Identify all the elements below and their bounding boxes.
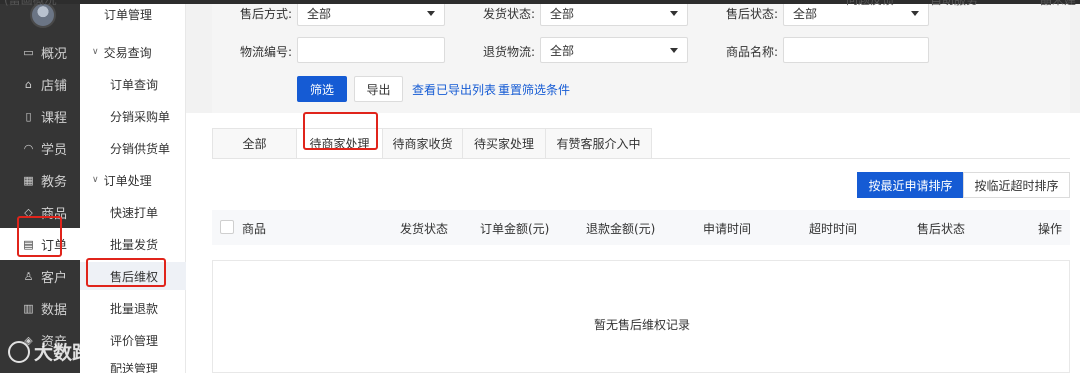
product-name-label: 商品名称: (726, 45, 779, 59)
dashboard-icon: ▭ (23, 45, 34, 59)
nav-item-student[interactable]: ◠ 学员 (0, 132, 80, 164)
sidebar-item-order-management[interactable]: 订单管理 (80, 0, 186, 28)
nav-label: 订单 (41, 238, 68, 254)
caret-down-icon (427, 11, 435, 16)
nav-item-overview[interactable]: ▭ 概况 (0, 36, 80, 68)
sidebar-item-distribution-purchase[interactable]: 分销采购单 (80, 102, 186, 130)
nav-item-orders[interactable]: ▤ 订单 (0, 228, 80, 260)
tab-divider (212, 158, 1070, 159)
caret-down-icon (670, 48, 678, 53)
calendar-icon: ▦ (23, 173, 34, 187)
watermark: 大数跨境 (8, 338, 110, 365)
select-all-checkbox[interactable] (220, 220, 234, 234)
select-value: 全部 (307, 6, 332, 21)
nav-label: 课程 (41, 110, 68, 126)
chevron-down-icon: ∨ (92, 47, 99, 57)
column-header-product: 商品 (242, 222, 267, 236)
select-value: 全部 (550, 6, 575, 21)
sort-near-timeout-button[interactable]: 按临近超时排序 (963, 172, 1070, 198)
column-header-actions: 操作 (1038, 222, 1063, 236)
nav-item-academic[interactable]: ▦ 教务 (0, 164, 80, 196)
store-icon: ⌂ (25, 77, 32, 91)
caret-down-icon (670, 11, 678, 16)
top-bar (0, 0, 1080, 4)
sort-recent-apply-button[interactable]: 按最近申请排序 (857, 172, 964, 198)
chevron-down-icon: ∨ (92, 175, 99, 185)
nav-label: 教务 (41, 174, 68, 190)
tab-buyer-processing[interactable]: 待买家处理 (462, 128, 546, 159)
empty-state-text: 暂无售后维权记录 (593, 318, 690, 332)
sidebar-item-distribution-supply[interactable]: 分销供货单 (80, 134, 186, 162)
return-logistics-select[interactable]: 全部 (540, 37, 688, 63)
sidebar-group-label: 交易查询 (103, 45, 152, 60)
tab-merchant-receiving[interactable]: 待商家收货 (382, 128, 463, 159)
customer-icon: ♙ (23, 269, 34, 283)
sidebar-item-order-query[interactable]: 订单查询 (80, 70, 186, 98)
product-name-input[interactable] (783, 37, 929, 63)
column-header-apply-time: 申请时间 (703, 222, 752, 236)
secondary-sidebar: 订单管理 ∨ 交易查询 订单查询 分销采购单 分销供货单 ∨ 订单处理 快速打单… (80, 0, 186, 373)
sidebar-group-label: 订单处理 (103, 173, 152, 188)
nav-item-data[interactable]: ▥ 数据 (0, 292, 80, 324)
sidebar-item-batch-ship[interactable]: 批量发货 (80, 230, 186, 258)
sidebar-item-after-sales[interactable]: 售后维权 (80, 262, 186, 290)
sidebar-group-trade-query[interactable]: ∨ 交易查询 (80, 38, 186, 66)
watermark-logo-icon (8, 340, 30, 363)
return-logistics-label: 退货物流: (483, 45, 536, 59)
nav-item-store[interactable]: ⌂ 店铺 (0, 68, 80, 100)
nav-item-course[interactable]: ▯ 课程 (0, 100, 80, 132)
reset-filters-link[interactable]: 重置筛选条件 (498, 81, 570, 98)
topbar-link-more[interactable]: 晶米建 (1040, 0, 1076, 8)
tab-all[interactable]: 全部 (212, 128, 297, 159)
tab-service-intervention[interactable]: 有赞客服介入中 (545, 128, 652, 159)
user-icon: ◠ (23, 141, 34, 155)
book-icon: ▯ (25, 109, 32, 123)
topbar-link-self-service[interactable]: 自助服务 (930, 0, 978, 8)
nav-label: 概况 (41, 46, 68, 62)
column-header-timeout-time: 超时时间 (809, 222, 858, 236)
primary-sidebar: ▭ 概况 ⌂ 店铺 ▯ 课程 ◠ 学员 ▦ 教务 ◇ 商品 ▤ 订单 ♙ 客户 … (0, 0, 80, 373)
empty-table-body: 暂无售后维权记录 (212, 260, 1070, 373)
logistics-number-input[interactable] (297, 37, 445, 63)
export-button[interactable]: 导出 (354, 76, 403, 102)
column-header-refund-amount: 退款金额(元) (586, 222, 656, 236)
column-header-after-sale-status: 售后状态 (917, 222, 966, 236)
column-header-shipping-status: 发货状态 (400, 222, 449, 236)
topbar-breadcrumb: (富画概况 (4, 0, 57, 7)
after-sale-type-label: 售后方式: (240, 7, 293, 21)
nav-label: 商品 (41, 206, 68, 222)
sidebar-item-quick-print[interactable]: 快速打单 (80, 198, 186, 226)
chart-icon: ▥ (23, 301, 34, 315)
watermark-text: 大数跨境 (34, 342, 111, 364)
column-header-order-amount: 订单金额(元) (480, 222, 550, 236)
shipping-status-label: 发货状态: (483, 7, 536, 21)
sidebar-item-batch-refund[interactable]: 批量退款 (80, 294, 186, 322)
caret-down-icon (911, 11, 919, 16)
topbar-link-feedback[interactable]: 问题反馈 (846, 0, 894, 8)
nav-item-goods[interactable]: ◇ 商品 (0, 196, 80, 228)
tag-icon: ◇ (24, 205, 33, 219)
select-value: 全部 (550, 43, 575, 58)
nav-item-customer[interactable]: ♙ 客户 (0, 260, 80, 292)
select-value: 全部 (793, 6, 818, 21)
nav-label: 数据 (41, 302, 68, 318)
after-sale-status-label: 售后状态: (726, 7, 779, 21)
logistics-number-label: 物流编号: (240, 45, 293, 59)
order-icon: ▤ (23, 237, 34, 251)
tab-pending-merchant[interactable]: 待商家处理 (296, 128, 383, 159)
nav-label: 客户 (41, 270, 68, 286)
view-exported-link[interactable]: 查看已导出列表 (412, 81, 496, 98)
sidebar-group-order-processing[interactable]: ∨ 订单处理 (80, 166, 186, 194)
filter-button[interactable]: 筛选 (297, 76, 347, 102)
nav-label: 学员 (41, 142, 68, 158)
table-header: 商品 发货状态 订单金额(元) 退款金额(元) 申请时间 超时时间 售后状态 操… (212, 210, 1070, 245)
nav-label: 店铺 (41, 78, 68, 94)
